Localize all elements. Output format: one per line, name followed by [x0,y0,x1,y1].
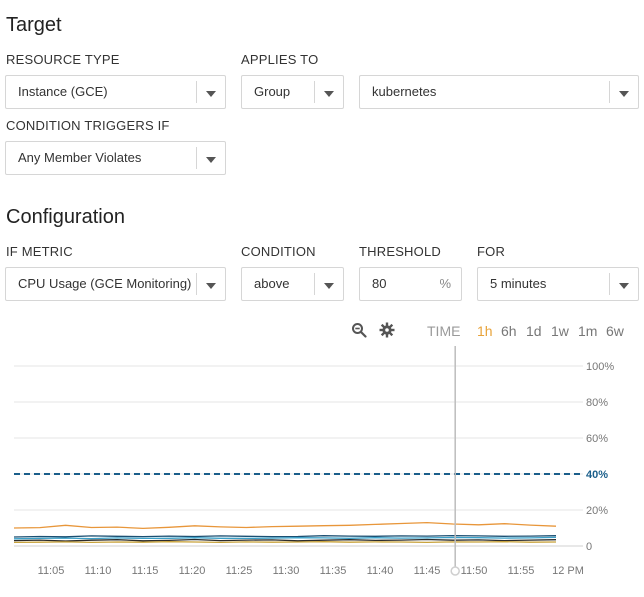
chevron-down-icon [609,273,638,295]
chevron-down-icon [314,81,343,103]
metric-value: CPU Usage (GCE Monitoring) [18,276,192,291]
y-tick-label: 100% [586,361,614,373]
resource-type-value: Instance (GCE) [18,84,108,99]
x-tick-label: 11:10 [85,565,112,577]
metric-select[interactable]: CPU Usage (GCE Monitoring) [5,267,226,301]
threshold-label: 40% [586,469,608,481]
group-value: kubernetes [372,84,437,99]
chevron-down-icon [196,273,225,295]
gear-icon[interactable] [379,322,395,338]
y-tick-label: 60% [586,433,608,445]
x-tick-label: 11:20 [179,565,206,577]
x-tick-label: 11:45 [414,565,441,577]
condition-select[interactable]: above [241,267,344,301]
applies-to-value: Group [254,84,291,99]
x-tick-label: 11:50 [461,565,488,577]
y-tick-label: 20% [586,505,608,517]
range-1d-button[interactable]: 1d [526,323,542,339]
threshold-unit: % [439,276,451,291]
applies-to-select[interactable]: Group [241,75,344,109]
series-line-3 [13,536,557,540]
condition-triggers-value: Any Member Violates [18,150,142,165]
for-label: FOR [477,244,506,259]
chevron-down-icon [609,81,638,103]
range-1w-button[interactable]: 1w [551,323,569,339]
x-tick-label: 11:30 [273,565,300,577]
for-value: 5 minutes [490,276,547,291]
range-6h-button[interactable]: 6h [501,323,517,339]
chevron-down-icon [196,147,225,169]
x-tick-label: 11:55 [508,565,535,577]
resource-type-label: RESOURCE TYPE [6,52,120,67]
for-select[interactable]: 5 minutes [477,267,639,301]
condition-value: above [254,276,290,291]
threshold-input[interactable]: 80 % [359,267,462,301]
x-tick-label: 11:25 [226,565,253,577]
threshold-value: 80 [372,276,387,291]
range-1m-button[interactable]: 1m [578,323,597,339]
time-cursor-handle[interactable] [450,566,460,576]
time-label: TIME [427,323,461,339]
condition-triggers-select[interactable]: Any Member Violates [5,141,226,175]
condition-label: CONDITION [241,244,316,259]
zoom-out-icon[interactable] [351,322,367,338]
series-line-4 [13,538,557,542]
group-select[interactable]: kubernetes [359,75,639,109]
series-line-2 [13,534,557,538]
range-6w-button[interactable]: 6w [606,323,624,339]
series-line-5 [13,541,557,544]
y-tick-label: 80% [586,397,608,409]
range-1h-button[interactable]: 1h [477,323,493,339]
applies-to-label: APPLIES TO [241,52,319,67]
metric-label: IF METRIC [6,244,73,259]
x-tick-label: 11:05 [38,565,65,577]
series-line-1 [13,521,557,530]
chevron-down-icon [196,81,225,103]
threshold-label: THRESHOLD [359,244,441,259]
condition-triggers-label: CONDITION TRIGGERS IF [6,118,170,133]
x-tick-label: 12 PM [552,565,584,577]
configuration-heading: Configuration [6,206,125,228]
chevron-down-icon [314,273,343,295]
resource-type-select[interactable]: Instance (GCE) [5,75,226,109]
x-tick-label: 11:35 [320,565,347,577]
y-tick-label: 0 [586,541,592,553]
target-heading: Target [6,14,62,36]
cpu-usage-chart[interactable]: 0 20% 60% 80% 100% 40% 11:05 11:10 11:15 11:20 1… [0,346,644,586]
x-tick-label: 11:40 [367,565,394,577]
x-tick-label: 11:15 [132,565,159,577]
